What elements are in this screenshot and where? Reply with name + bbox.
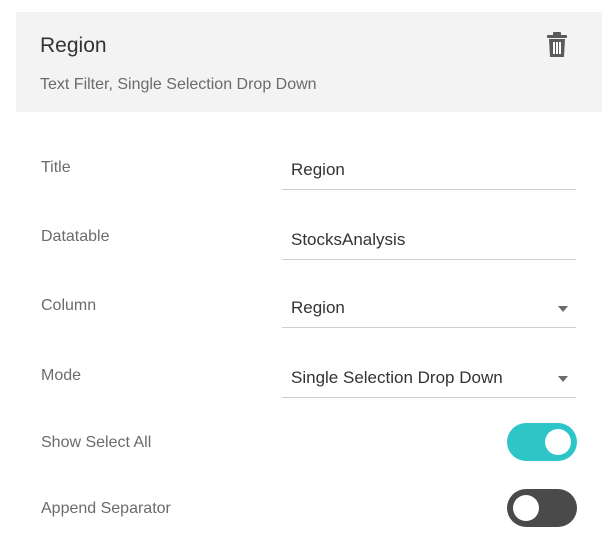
toggle-knob xyxy=(513,495,539,521)
datatable-input-value: StocksAnalysis xyxy=(291,230,406,249)
filter-header: Region Text Filter, Single Selection Dro… xyxy=(16,12,602,112)
show-select-all-toggle[interactable] xyxy=(507,423,577,461)
column-select[interactable]: Region xyxy=(282,292,576,328)
trash-icon[interactable] xyxy=(546,32,568,58)
datatable-input[interactable]: StocksAnalysis xyxy=(282,224,576,260)
column-select-value: Region xyxy=(291,298,345,317)
title-input[interactable]: Region xyxy=(282,154,576,190)
toggle-knob xyxy=(545,429,571,455)
column-label: Column xyxy=(41,297,97,314)
mode-label: Mode xyxy=(41,367,82,384)
append-separator-label: Append Separator xyxy=(41,500,171,517)
filter-title: Region xyxy=(40,34,107,57)
title-input-value: Region xyxy=(291,160,345,179)
datatable-label: Datatable xyxy=(41,228,110,245)
mode-select-value: Single Selection Drop Down xyxy=(291,368,503,387)
show-select-all-label: Show Select All xyxy=(41,434,152,451)
filter-settings-panel: Region Text Filter, Single Selection Dro… xyxy=(16,12,602,546)
filter-subtitle: Text Filter, Single Selection Drop Down xyxy=(40,76,317,93)
mode-select[interactable]: Single Selection Drop Down xyxy=(282,362,576,398)
chevron-down-icon xyxy=(558,376,568,382)
title-label: Title xyxy=(41,159,71,176)
append-separator-toggle[interactable] xyxy=(507,489,577,527)
chevron-down-icon xyxy=(558,306,568,312)
